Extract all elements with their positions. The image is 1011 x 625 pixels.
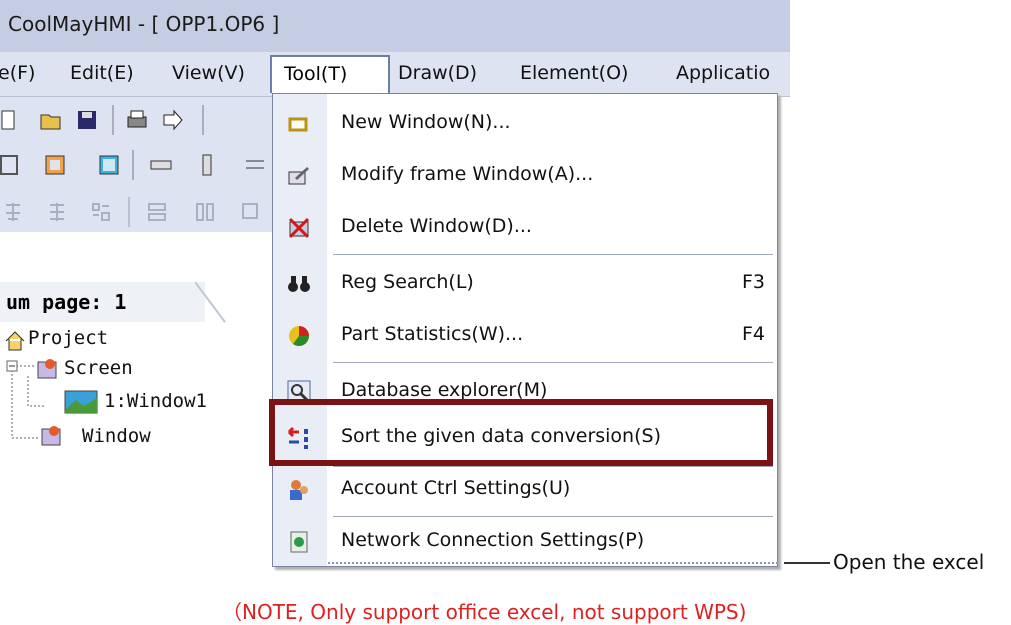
new-window-icon bbox=[288, 117, 308, 132]
menu-item-part-statistics[interactable]: Part Statistics(W)... F4 bbox=[273, 310, 777, 362]
menu-element[interactable]: Element(O) bbox=[520, 62, 628, 84]
horizontal-bar-icon[interactable] bbox=[150, 154, 172, 176]
menu-item-label: Delete Window(D)... bbox=[341, 215, 532, 237]
tool-dropdown-menu: New Window(N)... Modify frame Window(A).… bbox=[272, 93, 778, 567]
tree-node-window1[interactable]: 1:Window1 bbox=[104, 390, 207, 412]
print-icon[interactable] bbox=[126, 109, 148, 131]
note-text: （NOTE, Only support office excel, not su… bbox=[222, 600, 747, 624]
frame-orange-icon[interactable] bbox=[44, 154, 66, 176]
menu-item-new-window[interactable]: New Window(N)... bbox=[273, 98, 777, 150]
window-thumbnail-icon bbox=[64, 390, 98, 414]
align-toolbar bbox=[0, 187, 278, 232]
toolbar-separator bbox=[202, 105, 204, 135]
preview-icon[interactable] bbox=[162, 109, 184, 131]
save-icon[interactable] bbox=[76, 109, 98, 131]
toolbar-separator bbox=[112, 105, 114, 135]
menu-edit[interactable]: Edit(E) bbox=[70, 62, 134, 84]
menu-bar: e(F) Edit(E) View(V) Tool(T) Draw(D) Ele… bbox=[0, 52, 790, 97]
frame-icon[interactable] bbox=[0, 154, 22, 176]
page-tab[interactable]: um page: 1 bbox=[0, 282, 205, 322]
delete-window-icon bbox=[288, 217, 310, 239]
toolbar-separator bbox=[128, 197, 130, 227]
highlight-box bbox=[269, 399, 773, 466]
menu-item-network-settings[interactable]: Network Connection Settings(P) bbox=[273, 516, 777, 568]
menu-item-label: Network Connection Settings(P) bbox=[341, 529, 645, 551]
menu-application[interactable]: Applicatio bbox=[676, 62, 770, 84]
menu-file[interactable]: e(F) bbox=[0, 62, 35, 84]
account-icon bbox=[290, 480, 308, 500]
tree-node-project[interactable]: Project bbox=[28, 327, 108, 349]
menu-bottom-edge bbox=[328, 562, 778, 564]
menu-view[interactable]: View(V) bbox=[172, 62, 245, 84]
house-icon bbox=[5, 331, 25, 351]
network-icon bbox=[290, 531, 308, 553]
shortcut-label: F4 bbox=[741, 323, 765, 345]
lines-icon[interactable] bbox=[244, 154, 266, 176]
align-middle-icon[interactable] bbox=[46, 201, 68, 223]
same-height-icon[interactable] bbox=[194, 201, 216, 223]
menu-item-label: Database explorer(M) bbox=[341, 379, 548, 401]
menu-item-delete-window[interactable]: Delete Window(D)... bbox=[273, 202, 777, 254]
frame-blue-icon[interactable] bbox=[98, 154, 120, 176]
same-size-icon[interactable] bbox=[240, 201, 262, 223]
tree-node-screen[interactable]: Screen bbox=[64, 357, 133, 379]
title-bar: CoolMayHMI - [ OPP1.OP6 ] bbox=[0, 0, 790, 52]
binoculars-icon bbox=[288, 276, 310, 292]
tree-node-window[interactable]: Window bbox=[82, 425, 151, 447]
window-folder-icon bbox=[41, 426, 61, 446]
open-folder-icon[interactable] bbox=[40, 109, 62, 131]
statistics-icon bbox=[289, 326, 309, 346]
screen-folder-icon bbox=[37, 359, 57, 379]
shape-toolbar bbox=[0, 142, 278, 187]
menu-item-label: Reg Search(L) bbox=[341, 271, 474, 293]
same-width-icon[interactable] bbox=[146, 201, 168, 223]
toolbar-separator bbox=[132, 150, 134, 180]
annotation-line bbox=[784, 562, 830, 564]
menu-item-modify-window[interactable]: Modify frame Window(A)... bbox=[273, 150, 777, 202]
window-title: CoolMayHMI - [ OPP1.OP6 ] bbox=[8, 12, 280, 36]
page-count-label: um page: 1 bbox=[6, 290, 127, 314]
vertical-bar-icon[interactable] bbox=[196, 154, 218, 176]
annotation-text: Open the excel bbox=[833, 550, 985, 574]
menu-tool-label: Tool(T) bbox=[284, 63, 348, 85]
menu-item-label: Part Statistics(W)... bbox=[341, 323, 524, 345]
align-distribute-icon[interactable] bbox=[90, 201, 112, 223]
shortcut-label: F3 bbox=[741, 271, 765, 293]
menu-tool[interactable]: Tool(T) bbox=[270, 55, 390, 93]
menu-separator bbox=[333, 254, 773, 255]
menu-item-account-settings[interactable]: Account Ctrl Settings(U) bbox=[273, 464, 777, 516]
menu-item-label: New Window(N)... bbox=[341, 111, 511, 133]
standard-toolbar bbox=[0, 97, 278, 142]
menu-draw[interactable]: Draw(D) bbox=[398, 62, 477, 84]
new-file-icon[interactable] bbox=[0, 109, 22, 131]
tab-edge bbox=[195, 282, 226, 323]
align-center-icon[interactable] bbox=[2, 201, 24, 223]
menu-item-label: Account Ctrl Settings(U) bbox=[341, 477, 571, 499]
menu-item-label: Modify frame Window(A)... bbox=[341, 163, 594, 185]
modify-window-icon bbox=[288, 167, 309, 185]
menu-item-reg-search[interactable]: Reg Search(L) F3 bbox=[273, 258, 777, 310]
menu-separator bbox=[333, 362, 773, 363]
